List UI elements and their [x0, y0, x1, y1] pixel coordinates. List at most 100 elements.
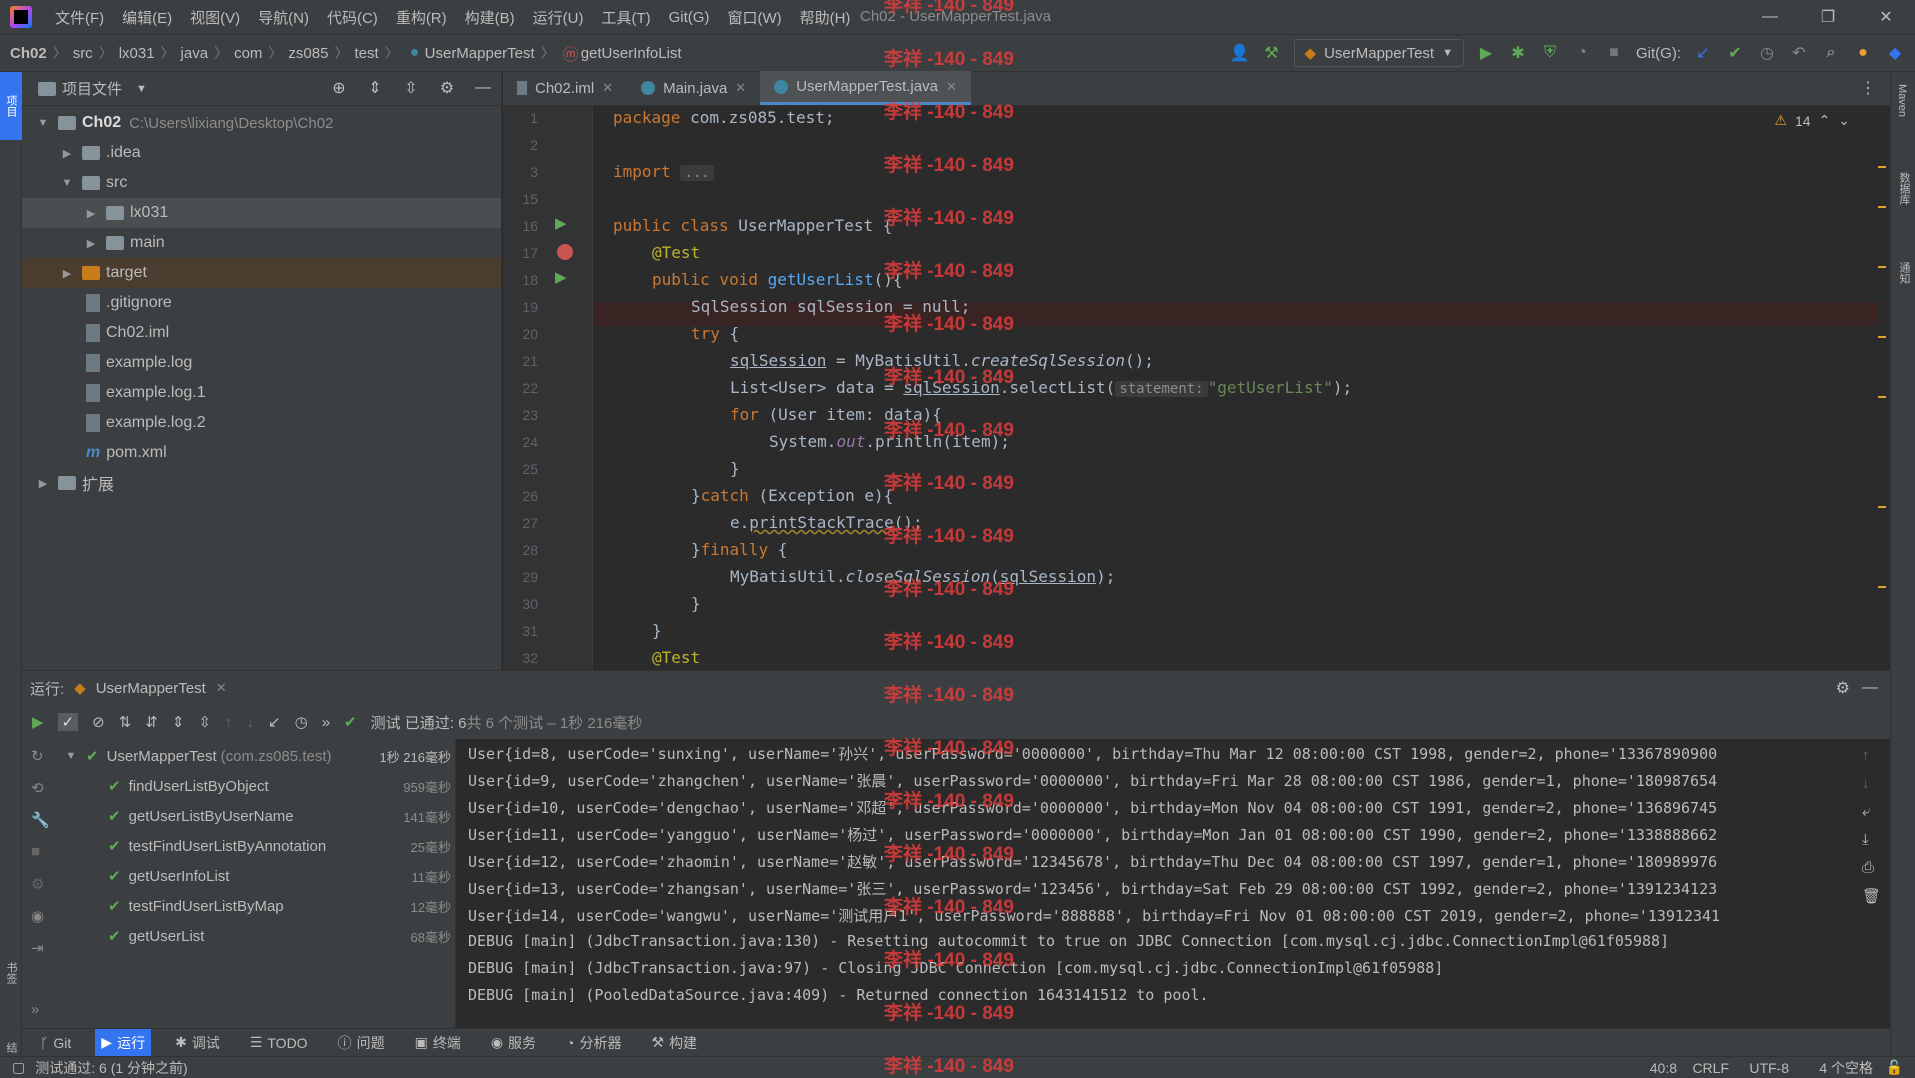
debug-icon[interactable]: ✱	[1508, 43, 1528, 63]
update-icon[interactable]: ●	[1853, 43, 1873, 63]
menu-run[interactable]: 运行(U)	[524, 7, 593, 28]
run-config-selector[interactable]: ◆ UserMapperTest ▼	[1293, 39, 1464, 67]
tab-ch02-iml[interactable]: Ch02.iml ✕	[503, 71, 627, 105]
tree-item-external[interactable]: ▶ 扩展	[22, 468, 501, 498]
notifications-tool-button[interactable]: 通知	[1896, 262, 1912, 284]
more-tabs-icon[interactable]: ⋮	[1860, 78, 1876, 98]
minimize-button[interactable]: —	[1741, 0, 1799, 34]
breadcrumb-zs085[interactable]: zs085	[288, 45, 328, 62]
tree-item-gitignore[interactable]: .gitignore	[22, 288, 501, 318]
tree-item-lx031[interactable]: ▶ lx031	[22, 198, 501, 228]
git-update-icon[interactable]: ↙	[1693, 43, 1713, 63]
hide-icon[interactable]: —	[473, 78, 493, 98]
chevron-right-icon[interactable]: ▶	[60, 267, 74, 280]
services-tool-button[interactable]: ◉ 服务	[485, 1029, 542, 1057]
stop-icon[interactable]: ■	[31, 843, 40, 860]
test-row[interactable]: ✔ getUserListByUserName 141毫秒	[56, 801, 455, 831]
chevron-down-icon[interactable]: ▼	[136, 83, 147, 95]
hide-icon[interactable]: —	[1862, 679, 1878, 697]
file-encoding[interactable]: UTF-8	[1749, 1060, 1789, 1076]
todo-tool-button[interactable]: ☰ TODO	[244, 1029, 314, 1057]
breadcrumb-method[interactable]: getUserInfoList	[581, 45, 682, 62]
chevron-down-icon[interactable]: ▼	[64, 750, 78, 762]
soft-wrap-icon[interactable]: ⤶	[1862, 803, 1870, 820]
breadcrumb-src[interactable]: src	[73, 45, 93, 62]
camera-icon[interactable]: ◉	[31, 907, 44, 925]
scroll-end-icon[interactable]: ⤓	[1862, 831, 1869, 848]
sort-alpha-icon[interactable]: ⇅	[119, 713, 132, 731]
menu-edit[interactable]: 编辑(E)	[113, 7, 181, 28]
menu-window[interactable]: 窗口(W)	[718, 7, 790, 28]
run-tool-button[interactable]: ▶ 运行	[95, 1028, 152, 1057]
test-row[interactable]: ✔ getUserInfoList 11毫秒	[56, 861, 455, 891]
up-icon[interactable]: ↑	[1862, 747, 1870, 764]
line-separator[interactable]: CRLF	[1692, 1060, 1729, 1076]
test-row[interactable]: ✔ getUserList 68毫秒	[56, 921, 455, 951]
locate-icon[interactable]: ⊕	[329, 78, 349, 98]
git-tool-button[interactable]: ᚴ Git	[34, 1029, 77, 1057]
caret-position[interactable]: 40:8	[1650, 1060, 1677, 1076]
breadcrumb-java[interactable]: java	[181, 45, 209, 62]
tree-item-src[interactable]: ▼ src	[22, 168, 501, 198]
project-tool-button[interactable]: 项目	[0, 72, 22, 140]
tab-main-java[interactable]: Main.java ✕	[627, 71, 760, 105]
menu-file[interactable]: 文件(F)	[46, 7, 113, 28]
next-failed-icon[interactable]: ↓	[247, 714, 255, 731]
tree-item-idea[interactable]: ▶ .idea	[22, 138, 501, 168]
wrench-icon[interactable]: 🔧	[31, 811, 50, 829]
show-passed-icon[interactable]: ✓	[57, 713, 79, 731]
prev-failed-icon[interactable]: ↑	[225, 714, 233, 731]
menu-code[interactable]: 代码(C)	[318, 7, 387, 28]
close-icon[interactable]: ✕	[946, 79, 957, 95]
chevron-right-icon[interactable]: ▶	[60, 147, 74, 160]
expand-all-icon[interactable]: ⇕	[365, 78, 385, 98]
collapse-all-icon[interactable]: ⇳	[401, 78, 421, 98]
restore-button[interactable]: ❐	[1799, 0, 1857, 34]
menu-navigate[interactable]: 导航(N)	[249, 7, 318, 28]
tree-item-main[interactable]: ▶ main	[22, 228, 501, 258]
tree-item-target[interactable]: ▶ target	[22, 258, 501, 288]
test-row[interactable]: ✔ testFindUserListByAnnotation 25毫秒	[56, 831, 455, 861]
chevron-right-icon[interactable]: ▶	[36, 477, 50, 490]
test-row[interactable]: ✔ findUserListByObject 959毫秒	[56, 771, 455, 801]
search-icon[interactable]: ⌕	[1821, 43, 1841, 63]
profile-icon[interactable]: ◔	[1572, 43, 1592, 63]
gear-icon[interactable]: ⚙	[437, 78, 457, 98]
settings-icon[interactable]: ⚙	[31, 875, 44, 893]
console-output[interactable]: User{id=8, userCode='sunxing', userName=…	[456, 739, 1850, 1029]
menu-tools[interactable]: 工具(T)	[592, 7, 659, 28]
terminal-tool-button[interactable]: ▣ 终端	[409, 1029, 467, 1057]
debug-tool-button[interactable]: ✱ 调试	[169, 1029, 226, 1057]
run-tab[interactable]: UserMapperTest	[96, 680, 206, 697]
coverage-icon[interactable]: ⛨	[1540, 43, 1560, 63]
close-window-button[interactable]: ✕	[1857, 0, 1915, 34]
profiler-tool-button[interactable]: ◔ 分析器	[560, 1029, 627, 1057]
print-icon[interactable]: ⎙	[1862, 859, 1874, 876]
problems-tool-button[interactable]: ⓘ 问题	[332, 1029, 391, 1057]
menu-build[interactable]: 构建(B)	[456, 7, 524, 28]
bookmarks-tool-button[interactable]: 书签	[3, 962, 19, 984]
tree-item-example-log-1[interactable]: example.log.1	[22, 378, 501, 408]
sort-duration-icon[interactable]: ⇵	[145, 713, 158, 731]
run-test-class-icon[interactable]: ▶	[555, 214, 567, 232]
code-area[interactable]: package com.zs085.test; import ... publi…	[593, 106, 1890, 670]
user-icon[interactable]: 👤	[1230, 43, 1250, 63]
test-row[interactable]: ✔ testFindUserListByMap 12毫秒	[56, 891, 455, 921]
tree-item-example-log-2[interactable]: example.log.2	[22, 408, 501, 438]
tree-item-pom[interactable]: m pom.xml	[22, 438, 501, 468]
breadcrumb-lx031[interactable]: lx031	[119, 45, 155, 62]
close-icon[interactable]: ✕	[216, 680, 227, 696]
chevron-right-icon[interactable]: ▶	[84, 207, 98, 220]
test-suite-row[interactable]: ▼ ✔ UserMapperTest (com.zs085.test) 1秒 2…	[56, 741, 455, 771]
folded-imports[interactable]: ...	[680, 165, 714, 181]
menu-refactor[interactable]: 重构(R)	[387, 7, 456, 28]
menu-git[interactable]: Git(G)	[660, 9, 719, 26]
menu-help[interactable]: 帮助(H)	[791, 7, 860, 28]
rerun-failed-icon[interactable]: ⟲	[31, 779, 44, 797]
gear-icon[interactable]: ⚙	[1836, 678, 1850, 698]
breadcrumb-test[interactable]: test	[354, 45, 378, 62]
rerun-icon[interactable]: ▶	[32, 713, 44, 731]
tree-item-ch02[interactable]: ▼ Ch02 C:\Users\lixiang\Desktop\Ch02	[22, 108, 501, 138]
close-icon[interactable]: ✕	[735, 80, 746, 96]
tree-item-ch02-iml[interactable]: Ch02.iml	[22, 318, 501, 348]
